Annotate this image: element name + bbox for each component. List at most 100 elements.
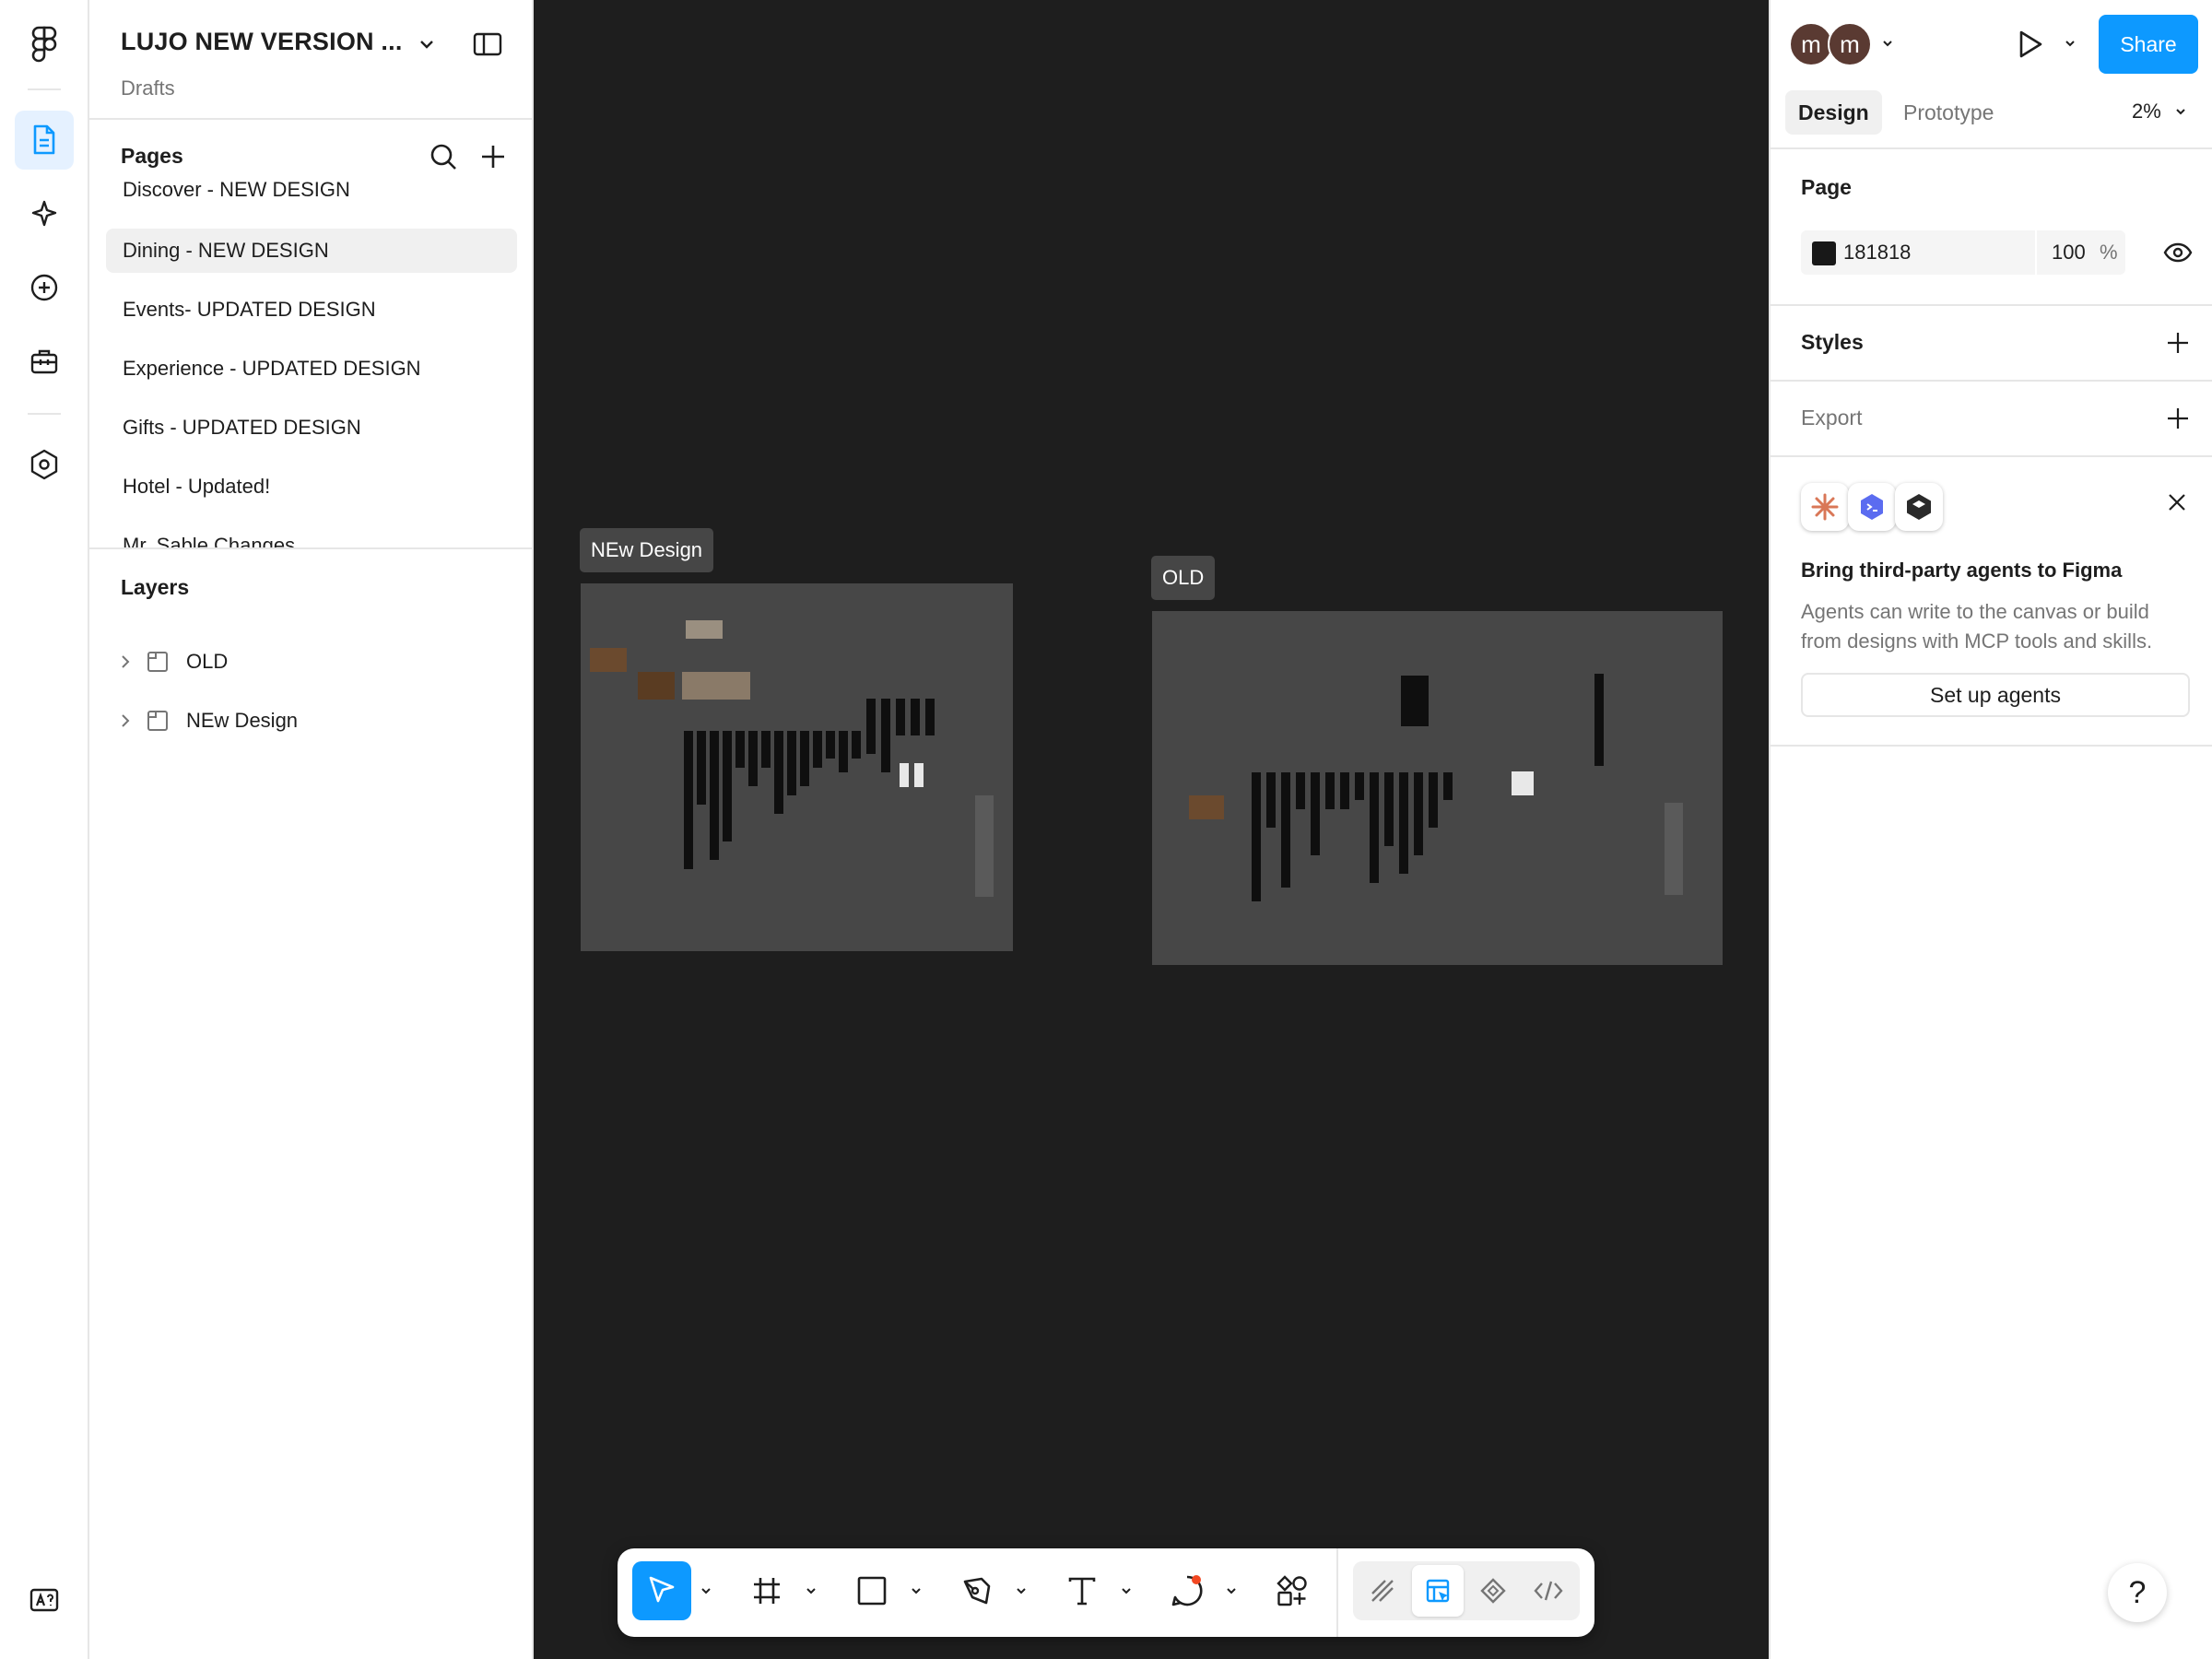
right-panel: m m Share Design Prototype 2% Page 18181…	[1769, 0, 2212, 1659]
frame-label-new-design[interactable]: NEw Design	[580, 528, 714, 572]
image-thumbnail	[638, 672, 675, 700]
styles-heading: Styles	[1801, 330, 1864, 354]
frame-tool-chevron-icon[interactable]	[802, 1576, 820, 1606]
screen-thumbnail	[896, 699, 905, 735]
move-cursor-icon[interactable]	[632, 1561, 691, 1620]
code-icon[interactable]	[1523, 1565, 1574, 1617]
design-mode-icon[interactable]	[1412, 1565, 1464, 1617]
agent-app-icon	[1848, 483, 1896, 531]
screen-thumbnail	[1370, 772, 1379, 883]
page-color-field[interactable]: 181818 100 %	[1801, 230, 2125, 275]
share-button[interactable]: Share	[2099, 15, 2198, 74]
screen-thumbnail	[1429, 772, 1438, 828]
frame-label-old[interactable]: OLD	[1151, 556, 1216, 600]
layer-name: NEw Design	[186, 709, 299, 732]
page-item[interactable]: Hotel - Updated!	[106, 465, 517, 509]
avatar[interactable]: m	[1789, 22, 1833, 66]
plugin-hexagon-icon[interactable]	[15, 435, 74, 494]
screen-thumbnail	[800, 731, 809, 786]
page-item[interactable]: Events- UPDATED DESIGN	[106, 288, 517, 332]
close-card-icon[interactable]	[2161, 487, 2193, 518]
image-thumbnail	[682, 672, 750, 700]
text-icon[interactable]	[1053, 1561, 1112, 1620]
frame-hash-icon[interactable]	[737, 1561, 796, 1620]
setup-agents-button[interactable]: Set up agents	[1801, 673, 2190, 717]
cursor-app-icon	[1895, 483, 1943, 531]
layer-name: OLD	[186, 650, 229, 673]
file-pages-icon[interactable]	[15, 111, 74, 170]
add-page-icon[interactable]	[477, 140, 510, 173]
screen-thumbnail	[1443, 772, 1453, 800]
screen-thumbnail	[881, 699, 890, 772]
add-style-icon[interactable]	[2165, 330, 2191, 356]
pages-list: Discover - NEW DESIGN Dining - NEW DESIG…	[89, 181, 532, 547]
rectangle-icon[interactable]	[842, 1561, 901, 1620]
tab-prototype[interactable]: Prototype	[1890, 90, 2006, 135]
pen-tool-chevron-icon[interactable]	[1012, 1576, 1030, 1606]
tab-design[interactable]: Design	[1785, 90, 1882, 135]
assets-sparkle-icon[interactable]	[15, 184, 74, 243]
dev-handoff-icon[interactable]	[1467, 1565, 1519, 1617]
page-item-selected[interactable]: Dining - NEW DESIGN	[106, 229, 517, 273]
rail-divider	[28, 413, 61, 415]
add-circle-icon[interactable]	[15, 258, 74, 317]
page-item[interactable]: Mr. Sable Changes	[106, 524, 517, 547]
help-button[interactable]: ?	[2108, 1563, 2167, 1622]
color-swatch[interactable]	[1812, 241, 1836, 265]
agents-card-description: Agents can write to the canvas or build …	[1801, 600, 2153, 653]
screen-thumbnail	[735, 731, 745, 768]
zoom-chevron-icon[interactable]	[2172, 103, 2189, 120]
present-chevron-icon[interactable]	[2062, 35, 2078, 52]
screen-thumbnail	[1296, 772, 1305, 809]
file-location[interactable]: Drafts	[121, 76, 175, 100]
frame-new-design[interactable]	[581, 583, 1013, 951]
toolbox-icon[interactable]	[15, 332, 74, 391]
frame-old[interactable]	[1152, 611, 1723, 965]
expand-chevron-icon[interactable]	[121, 654, 130, 669]
screen-thumbnail	[723, 731, 732, 841]
play-present-icon[interactable]	[2012, 26, 2049, 63]
divider	[1771, 455, 2212, 457]
color-hex-value[interactable]: 181818	[1843, 241, 1911, 265]
opacity-value[interactable]: 100	[2052, 241, 2086, 265]
screen-thumbnail	[1266, 772, 1276, 828]
shape-tool-chevron-icon[interactable]	[907, 1576, 925, 1606]
page-item[interactable]: Experience - UPDATED DESIGN	[106, 347, 517, 391]
screen-thumbnail	[925, 699, 935, 735]
avatar[interactable]: m	[1828, 22, 1872, 66]
divider	[89, 547, 532, 549]
section-icon	[147, 651, 169, 673]
comment-tool-chevron-icon[interactable]	[1222, 1576, 1241, 1606]
divider	[1771, 745, 2212, 747]
file-menu-chevron-icon[interactable]	[414, 33, 440, 55]
text-tool-chevron-icon[interactable]	[1117, 1576, 1135, 1606]
left-panel: LUJO NEW VERSION ... Drafts Pages Discov…	[89, 0, 534, 1659]
comment-icon[interactable]	[1158, 1561, 1217, 1620]
screen-thumbnail	[761, 731, 771, 768]
avatars-chevron-icon[interactable]	[1879, 35, 1896, 52]
actions-icon[interactable]	[1263, 1561, 1322, 1620]
screen-thumbnail	[1355, 772, 1364, 800]
screen-thumbnail	[1311, 772, 1320, 855]
add-export-icon[interactable]	[2165, 406, 2191, 431]
move-tool-chevron-icon[interactable]	[697, 1576, 715, 1606]
file-title[interactable]: LUJO NEW VERSION ...	[121, 28, 403, 56]
layer-row[interactable]: OLD	[89, 636, 532, 688]
visibility-eye-icon[interactable]	[2159, 238, 2196, 267]
screen-thumbnail	[774, 731, 783, 814]
accessibility-text-icon[interactable]	[15, 1571, 74, 1630]
pen-icon[interactable]	[947, 1561, 1006, 1620]
figma-logo-icon[interactable]	[15, 15, 74, 74]
component-list	[1665, 803, 1683, 895]
canvas[interactable]: NEw Design OLD	[534, 0, 1769, 1659]
page-item[interactable]: Gifts - UPDATED DESIGN	[106, 406, 517, 450]
image-thumbnail	[590, 648, 627, 672]
expand-chevron-icon[interactable]	[121, 713, 130, 728]
toggle-sidebar-icon[interactable]	[471, 28, 504, 61]
page-item[interactable]: Discover - NEW DESIGN	[106, 181, 517, 212]
agents-card-title: Bring third-party agents to Figma	[1801, 559, 2123, 582]
zoom-level[interactable]: 2%	[2132, 100, 2161, 124]
draw-mode-icon[interactable]	[1357, 1565, 1408, 1617]
search-pages-icon[interactable]	[427, 140, 460, 173]
layer-row[interactable]: NEw Design	[89, 695, 532, 747]
